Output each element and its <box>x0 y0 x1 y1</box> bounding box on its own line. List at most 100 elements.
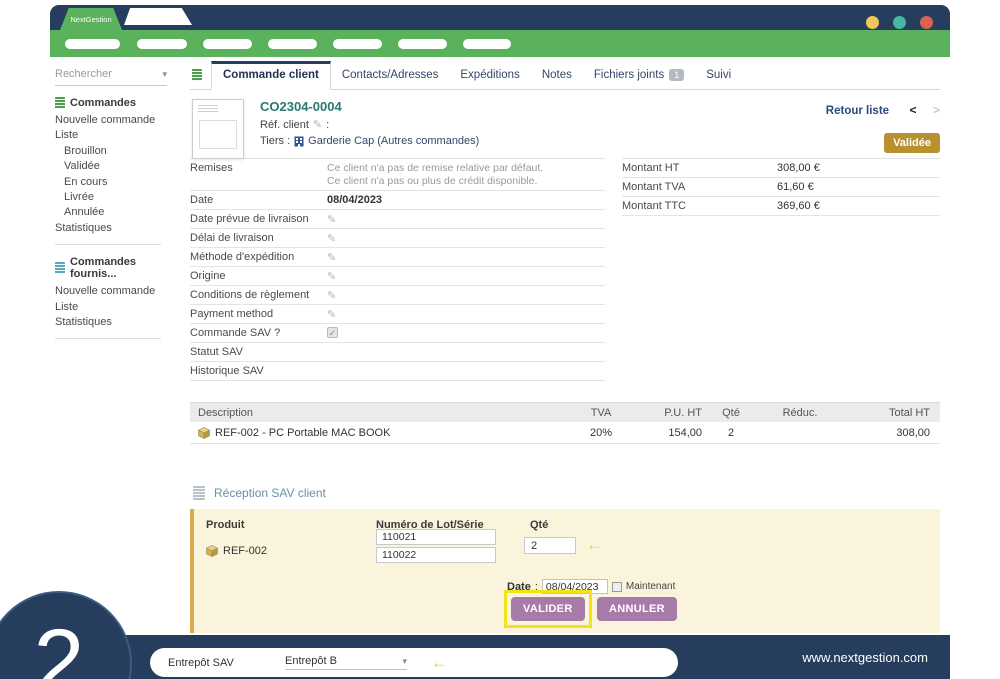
sidebar-section-commandes-fournisseurs: Commandes fournis... <box>55 256 167 280</box>
pencil-edit-icon[interactable]: ✎ <box>327 232 336 245</box>
next-record-chevron[interactable]: > <box>933 103 940 117</box>
lines-header-row: Description TVA P.U. HT Qté Réduc. Total… <box>190 402 940 422</box>
remise-note-2: Ce client n'a pas ou plus de crédit disp… <box>327 175 537 187</box>
sidebar-item-fournisseur-statistiques[interactable]: Statistiques <box>55 315 167 330</box>
menu-pill[interactable] <box>268 39 317 49</box>
footer-bar: Entrepôt SAV Entrepôt B ▾ ← www.nextgest… <box>50 635 950 679</box>
sidebar-item-en-cours[interactable]: En cours <box>55 175 167 190</box>
company-building-icon <box>294 136 304 147</box>
order-banner: CO2304-0004 Réf. client ✎ : Tiers : Gard… <box>190 90 940 156</box>
table-row: REF-002 - PC Portable MAC BOOK 20% 154,0… <box>190 422 940 444</box>
order-date-value: 08/04/2023 <box>327 194 382 206</box>
pencil-edit-icon[interactable]: ✎ <box>327 270 336 283</box>
pencil-edit-icon[interactable]: ✎ <box>327 251 336 264</box>
tab-bar: Commande client Contacts/Adresses Expédi… <box>190 62 940 90</box>
field-row-commande-sav: Commande SAV ? ✓ <box>190 324 605 343</box>
maximize-dot[interactable] <box>893 16 906 29</box>
sav-reception-panel: Produit Numéro de Lot/Série Qté REF-002 … <box>190 509 940 633</box>
sidebar-item-annulee[interactable]: Annulée <box>55 205 167 220</box>
window-controls <box>866 16 933 29</box>
sidebar-item-fournisseur-liste[interactable]: Liste <box>55 300 167 315</box>
sidebar-item-brouillon[interactable]: Brouillon <box>55 144 167 159</box>
pencil-edit-icon[interactable]: ✎ <box>327 308 336 321</box>
sidebar-section-commandes: Commandes <box>55 97 167 109</box>
gray-doc-icon <box>193 486 205 500</box>
sidebar-divider <box>55 244 161 245</box>
fields-table: Remises Ce client n'a pas de remise rela… <box>190 158 605 381</box>
now-checkbox[interactable] <box>612 582 622 592</box>
tab-commande-client[interactable]: Commande client <box>211 61 331 90</box>
lot-number-input-2[interactable] <box>376 547 496 563</box>
field-row-payment-method: Payment method ✎ <box>190 305 605 324</box>
pencil-edit-icon[interactable]: ✎ <box>327 289 336 302</box>
tab-fichiers-joints[interactable]: Fichiers joints1 <box>583 62 695 89</box>
annotation-arrow-qty: ← <box>586 535 603 555</box>
tiers-link[interactable]: Garderie Cap (Autres commandes) <box>308 134 479 150</box>
valider-button[interactable]: VALIDER <box>511 597 585 621</box>
total-row-ht: Montant HT 308,00 € <box>622 159 940 178</box>
warehouse-pill: Entrepôt SAV Entrepôt B ▾ ← <box>150 648 678 677</box>
search-placeholder: Rechercher <box>55 68 112 80</box>
sidebar-item-liste[interactable]: Liste <box>55 128 167 143</box>
tab-suivi[interactable]: Suivi <box>695 62 742 89</box>
menu-pill[interactable] <box>137 39 187 49</box>
brand-tab[interactable]: NextGestion <box>60 8 122 30</box>
line-total-ht: 308,00 <box>840 427 940 439</box>
document-thumbnail[interactable] <box>192 99 244 159</box>
sav-checkbox[interactable]: ✓ <box>327 327 338 338</box>
field-row-date: Date 08/04/2023 <box>190 191 605 210</box>
field-row-remises: Remises Ce client n'a pas de remise rela… <box>190 159 605 191</box>
app-window: NextGestion Rechercher ▾ Commandes Nouve… <box>0 0 1000 679</box>
warehouse-select[interactable]: Entrepôt B ▾ <box>285 655 407 670</box>
sav-product-ref: REF-002 <box>206 545 267 557</box>
menu-pill[interactable] <box>398 39 447 49</box>
total-row-ttc: Montant TTC 369,60 € <box>622 197 940 216</box>
brand-logo-text: NextGestion <box>70 15 111 24</box>
remise-note-1: Ce client n'a pas de remise relative par… <box>327 162 543 174</box>
sidebar-item-statistiques[interactable]: Statistiques <box>55 221 167 236</box>
status-badge: Validée <box>884 133 940 153</box>
product-cube-icon <box>206 545 218 557</box>
line-qty: 2 <box>702 427 760 439</box>
close-dot[interactable] <box>920 16 933 29</box>
qty-input[interactable] <box>524 537 576 554</box>
caret-down-icon: ▾ <box>402 656 407 667</box>
sidebar-item-validee[interactable]: Validée <box>55 159 167 174</box>
menu-pill[interactable] <box>463 39 511 49</box>
back-to-list-link[interactable]: Retour liste <box>826 105 889 117</box>
redacted-tab[interactable] <box>124 8 192 25</box>
lot-number-input-1[interactable] <box>376 529 496 545</box>
pencil-edit-icon[interactable]: ✎ <box>327 213 336 226</box>
montant-ttc-value: 369,60 € <box>777 200 820 212</box>
teal-doc-icon <box>55 262 65 274</box>
main-menu-bar <box>50 30 950 57</box>
tab-expeditions[interactable]: Expéditions <box>449 62 530 89</box>
totals-table: Montant HT 308,00 € Montant TVA 61,60 € … <box>622 158 940 381</box>
minimize-dot[interactable] <box>866 16 879 29</box>
tab-notes[interactable]: Notes <box>531 62 583 89</box>
warehouse-label: Entrepôt SAV <box>168 657 285 669</box>
previous-record-chevron[interactable]: < <box>910 103 917 117</box>
pencil-edit-icon[interactable]: ✎ <box>313 118 322 134</box>
line-pu-ht: 154,00 <box>630 427 702 439</box>
sidebar-item-nouvelle-commande[interactable]: Nouvelle commande <box>55 113 167 128</box>
menu-pill[interactable] <box>333 39 382 49</box>
sav-section-title: Réception SAV client <box>193 486 940 500</box>
now-label: Maintenant <box>626 581 675 592</box>
field-row-delai-livraison: Délai de livraison ✎ <box>190 229 605 248</box>
menu-pill[interactable] <box>203 39 252 49</box>
field-row-date-prevue: Date prévue de livraison ✎ <box>190 210 605 229</box>
montant-ht-value: 308,00 € <box>777 162 820 174</box>
line-description[interactable]: REF-002 - PC Portable MAC BOOK <box>215 427 390 439</box>
annuler-button[interactable]: ANNULER <box>597 597 677 621</box>
menu-pill[interactable] <box>65 39 120 49</box>
sidebar: Rechercher ▾ Commandes Nouvelle commande… <box>55 68 167 347</box>
sidebar-item-fournisseur-nouvelle-commande[interactable]: Nouvelle commande <box>55 284 167 299</box>
tab-contacts-adresses[interactable]: Contacts/Adresses <box>331 62 450 89</box>
total-row-tva: Montant TVA 61,60 € <box>622 178 940 197</box>
search-select[interactable]: Rechercher ▾ <box>55 68 167 86</box>
annotation-arrow-warehouse: ← <box>431 653 448 673</box>
field-row-origine: Origine ✎ <box>190 267 605 286</box>
sidebar-item-livree[interactable]: Livrée <box>55 190 167 205</box>
field-row-statut-sav: Statut SAV <box>190 343 605 362</box>
